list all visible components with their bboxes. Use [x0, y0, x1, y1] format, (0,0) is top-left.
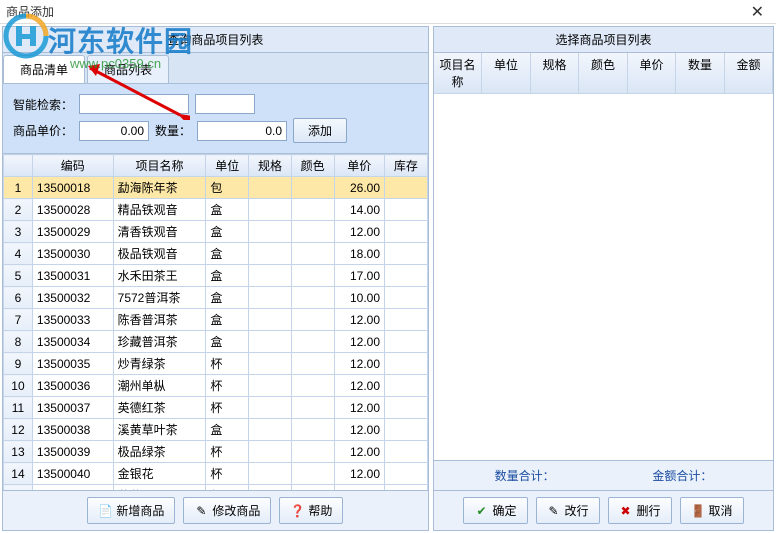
- smart-search-input[interactable]: [79, 94, 189, 114]
- left-pane-header: 查询商品项目列表: [3, 27, 428, 53]
- table-row[interactable]: 6135000327572普洱茶盒10.00: [4, 287, 428, 309]
- add-button[interactable]: 添加: [293, 118, 347, 143]
- search-extra-box[interactable]: [195, 94, 255, 114]
- table-row[interactable]: 1413500040金银花杯12.00: [4, 463, 428, 485]
- table-row[interactable]: 1213500038溪黄草叶茶盒12.00: [4, 419, 428, 441]
- table-row[interactable]: 1113500037英德红茶杯12.00: [4, 397, 428, 419]
- selected-grid-body[interactable]: [434, 94, 773, 460]
- search-area: 智能检索： 商品单价： 数量： 添加: [3, 84, 428, 154]
- edit-row-icon: ✎: [547, 504, 561, 518]
- column-header[interactable]: [4, 155, 33, 177]
- smart-search-label: 智能检索：: [13, 96, 73, 113]
- ok-button[interactable]: ✔确定: [463, 497, 527, 524]
- left-pane: 查询商品项目列表 商品清单 商品列表 智能检索： 商品单价： 数量： 添加 编码…: [2, 26, 429, 531]
- column-header[interactable]: 规格: [531, 53, 579, 93]
- price-label: 商品单价：: [13, 122, 73, 139]
- table-row[interactable]: 213500028精品铁观音盒14.00: [4, 199, 428, 221]
- column-header[interactable]: 编码: [32, 155, 113, 177]
- amount-total-label: 金额合计：: [652, 467, 712, 484]
- right-footer: ✔确定 ✎改行 ✖删行 🚪取消: [434, 490, 773, 530]
- table-row[interactable]: 513500031水禾田茶王盒17.00: [4, 265, 428, 287]
- cancel-button[interactable]: 🚪取消: [680, 497, 744, 524]
- window-title: 商品添加: [6, 3, 54, 20]
- edit-icon: ✎: [194, 504, 208, 518]
- new-product-button[interactable]: 📄新增商品: [87, 497, 175, 524]
- table-row[interactable]: 1013500036潮州单枞杯12.00: [4, 375, 428, 397]
- qty-input[interactable]: [197, 121, 287, 141]
- left-footer: 📄新增商品 ✎修改商品 ❓帮助: [3, 490, 428, 530]
- column-header[interactable]: 单位: [482, 53, 530, 93]
- column-header[interactable]: 单价: [628, 53, 676, 93]
- table-row[interactable]: 413500030极品铁观音盒18.00: [4, 243, 428, 265]
- edit-product-button[interactable]: ✎修改商品: [183, 497, 271, 524]
- totals-bar: 数量合计： 金额合计：: [434, 460, 773, 490]
- check-icon: ✔: [474, 504, 488, 518]
- column-header[interactable]: 项目名称: [434, 53, 482, 93]
- table-row[interactable]: 813500034珍藏普洱茶盒12.00: [4, 331, 428, 353]
- tab-product-list[interactable]: 商品清单: [3, 55, 85, 83]
- table-row[interactable]: 313500029清香铁观音盒12.00: [4, 221, 428, 243]
- table-row[interactable]: 113500018勐海陈年茶包26.00: [4, 177, 428, 199]
- delete-icon: ✖: [619, 504, 633, 518]
- titlebar: 商品添加 ✕: [0, 0, 776, 24]
- column-header[interactable]: 项目名称: [113, 155, 206, 177]
- column-header[interactable]: 单位: [206, 155, 249, 177]
- column-header[interactable]: 颜色: [579, 53, 627, 93]
- table-row[interactable]: 1313500039极品绿茶杯12.00: [4, 441, 428, 463]
- column-header[interactable]: 单价: [334, 155, 385, 177]
- qty-label: 数量：: [155, 122, 191, 139]
- product-grid[interactable]: 编码项目名称单位规格颜色单价库存 113500018勐海陈年茶包26.00213…: [3, 154, 428, 490]
- price-input[interactable]: [79, 121, 149, 141]
- column-header[interactable]: 颜色: [291, 155, 334, 177]
- delete-row-button[interactable]: ✖删行: [608, 497, 672, 524]
- selected-grid-header: 项目名称单位规格颜色单价数量金额: [434, 53, 773, 94]
- column-header[interactable]: 金额: [725, 53, 773, 93]
- close-icon[interactable]: ✕: [745, 2, 770, 22]
- plus-icon: 📄: [98, 504, 112, 518]
- qty-total-label: 数量合计：: [495, 467, 555, 484]
- table-row[interactable]: 713500033陈香普洱茶盒12.00: [4, 309, 428, 331]
- cancel-icon: 🚪: [691, 504, 705, 518]
- help-button[interactable]: ❓帮助: [279, 497, 343, 524]
- edit-row-button[interactable]: ✎改行: [536, 497, 600, 524]
- right-pane: 选择商品项目列表 项目名称单位规格颜色单价数量金额 数量合计： 金额合计： ✔确…: [433, 26, 774, 531]
- tab-bar: 商品清单 商品列表: [3, 53, 428, 84]
- help-icon: ❓: [290, 504, 304, 518]
- right-pane-header: 选择商品项目列表: [434, 27, 773, 53]
- column-header[interactable]: 规格: [249, 155, 292, 177]
- table-row[interactable]: 913500035炒青绿茶杯12.00: [4, 353, 428, 375]
- column-header[interactable]: 数量: [676, 53, 724, 93]
- tab-product-catalog[interactable]: 商品列表: [87, 55, 169, 83]
- column-header[interactable]: 库存: [385, 155, 428, 177]
